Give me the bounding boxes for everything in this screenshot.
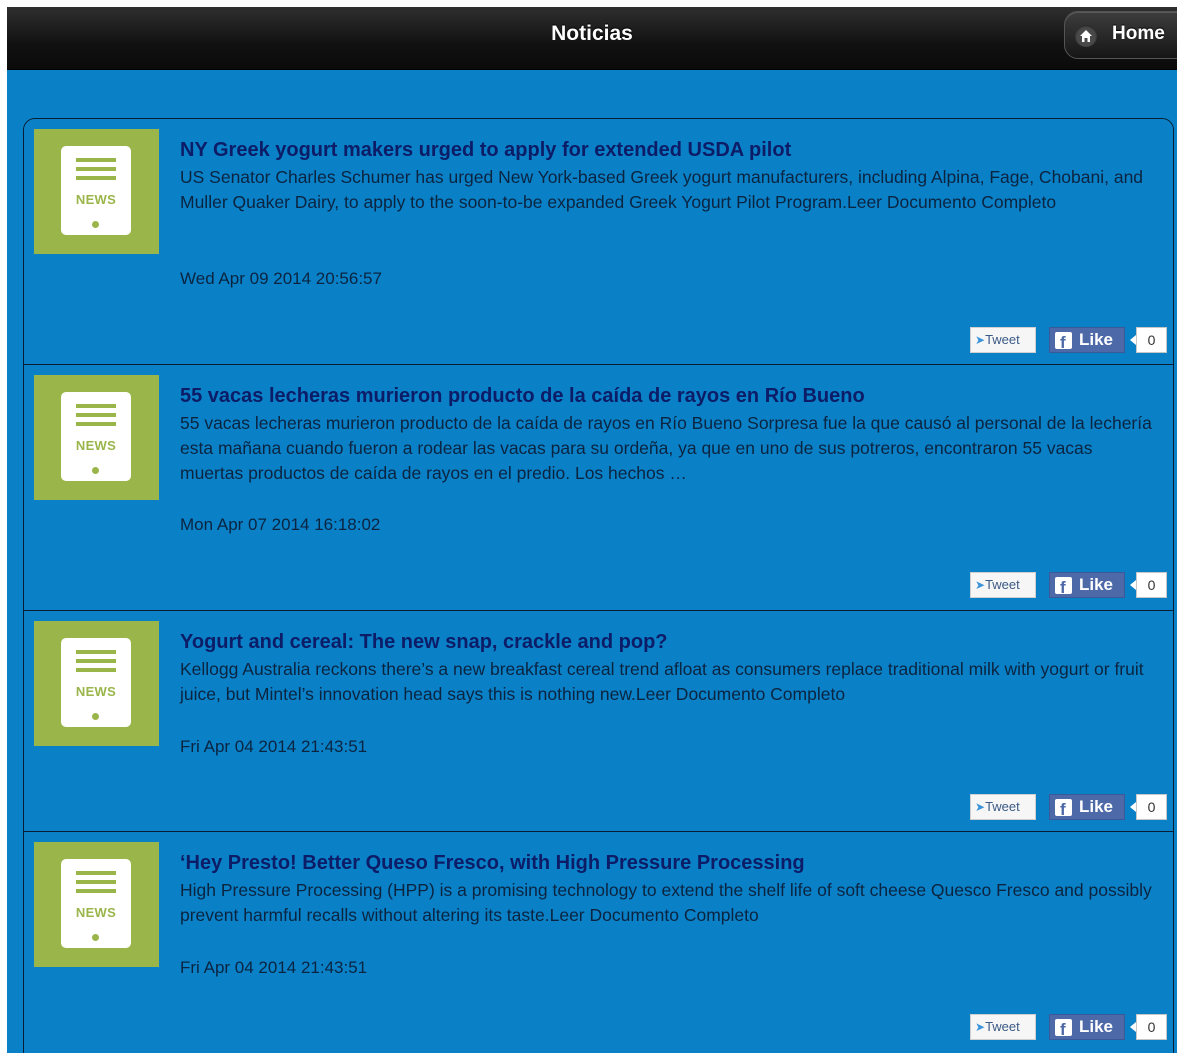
social-buttons: ➤Tweet f Like 0 (970, 327, 1168, 353)
news-description: High Pressure Processing (HPP) is a prom… (180, 880, 1152, 925)
like-label: Like (1079, 575, 1114, 594)
twitter-bird-icon: ➤ (975, 800, 986, 814)
like-label: Like (1079, 1017, 1114, 1036)
like-count: 0 (1130, 794, 1167, 820)
news-title[interactable]: 55 vacas lecheras murieron producto de l… (180, 384, 1153, 408)
news-icon-label: NEWS (75, 905, 117, 920)
tablet-news-icon: NEWS (61, 146, 131, 235)
header-bar: Noticias Home (7, 7, 1177, 70)
news-item[interactable]: NEWS 55 vacas lecheras murieron producto… (24, 364, 1173, 610)
tweet-button[interactable]: ➤Tweet (970, 572, 1036, 598)
facebook-like-button[interactable]: f Like (1049, 1014, 1125, 1040)
facebook-icon: f (1055, 332, 1072, 352)
social-buttons: ➤Tweet f Like 0 (970, 1014, 1168, 1040)
like-label: Like (1079, 330, 1114, 349)
news-description: US Senator Charles Schumer has urged New… (180, 167, 1144, 212)
news-date: Mon Apr 07 2014 16:18:02 (180, 515, 381, 534)
facebook-like-button[interactable]: f Like (1049, 794, 1125, 820)
like-label: Like (1079, 797, 1114, 816)
news-description: Kellogg Australia reckons there’s a new … (180, 659, 1144, 704)
news-thumbnail: NEWS (34, 842, 159, 967)
like-count: 0 (1130, 327, 1167, 353)
news-item[interactable]: NEWS ‘Hey Presto! Better Queso Fresco, w… (24, 831, 1173, 1053)
tablet-news-icon: NEWS (61, 392, 131, 481)
page-title: Noticias (551, 22, 633, 45)
news-title[interactable]: ‘Hey Presto! Better Queso Fresco, with H… (180, 851, 1153, 875)
twitter-bird-icon: ➤ (975, 578, 986, 592)
facebook-icon: f (1055, 799, 1072, 819)
tweet-label: Tweet (985, 1019, 1020, 1034)
news-thumbnail: NEWS (34, 375, 159, 500)
twitter-bird-icon: ➤ (975, 333, 986, 347)
news-icon-label: NEWS (75, 192, 117, 207)
tweet-button[interactable]: ➤Tweet (970, 327, 1036, 353)
like-count: 0 (1130, 1014, 1167, 1040)
app-frame: Noticias Home NEWS NY Greek yogurt maker… (7, 7, 1177, 1053)
tweet-label: Tweet (985, 799, 1020, 814)
news-list: NEWS NY Greek yogurt makers urged to app… (23, 118, 1174, 1053)
news-item[interactable]: NEWS NY Greek yogurt makers urged to app… (24, 119, 1173, 364)
facebook-icon: f (1055, 577, 1072, 597)
tweet-button[interactable]: ➤Tweet (970, 1014, 1036, 1040)
news-description: 55 vacas lecheras murieron producto de l… (180, 413, 1152, 483)
tweet-label: Tweet (985, 332, 1020, 347)
facebook-icon: f (1055, 1019, 1072, 1039)
news-icon-label: NEWS (75, 438, 117, 453)
facebook-like-button[interactable]: f Like (1049, 572, 1125, 598)
tablet-news-icon: NEWS (61, 859, 131, 948)
news-date: Fri Apr 04 2014 21:43:51 (180, 958, 368, 977)
news-title[interactable]: Yogurt and cereal: The new snap, crackle… (180, 630, 1153, 654)
facebook-like-button[interactable]: f Like (1049, 327, 1125, 353)
news-title[interactable]: NY Greek yogurt makers urged to apply fo… (180, 138, 1153, 162)
tweet-button[interactable]: ➤Tweet (970, 794, 1036, 820)
twitter-bird-icon: ➤ (975, 1020, 986, 1034)
tweet-label: Tweet (985, 577, 1020, 592)
tablet-news-icon: NEWS (61, 638, 131, 727)
news-thumbnail: NEWS (34, 129, 159, 254)
news-item[interactable]: NEWS Yogurt and cereal: The new snap, cr… (24, 610, 1173, 831)
news-date: Wed Apr 09 2014 20:56:57 (180, 269, 382, 288)
home-button[interactable]: Home (1064, 11, 1177, 59)
like-count: 0 (1130, 572, 1167, 598)
news-thumbnail: NEWS (34, 621, 159, 746)
news-date: Fri Apr 04 2014 21:43:51 (180, 737, 368, 756)
home-icon (1075, 25, 1097, 47)
social-buttons: ➤Tweet f Like 0 (970, 572, 1168, 598)
social-buttons: ➤Tweet f Like 0 (970, 794, 1168, 820)
news-icon-label: NEWS (75, 684, 117, 699)
home-button-label: Home (1112, 23, 1165, 44)
